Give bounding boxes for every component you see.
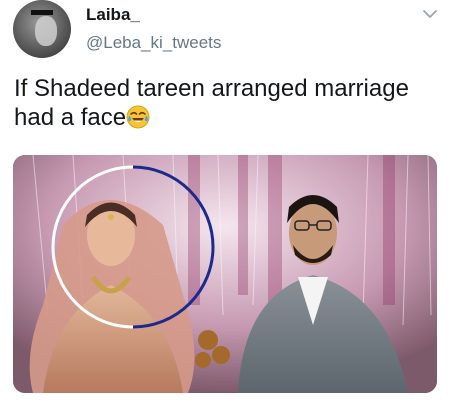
face-with-tears-of-joy-icon [126,105,150,129]
user-handle[interactable]: @Leba_ki_tweets [86,33,221,53]
chevron-down-icon[interactable] [422,8,438,20]
tweet-media[interactable] [13,155,437,393]
wedding-photo [13,155,437,393]
avatar-headband [31,10,53,15]
tweet-text: If Shadeed tareen arranged marriage had … [14,74,442,132]
tweet-body: If Shadeed tareen arranged marriage had … [14,75,409,131]
avatar[interactable] [13,0,71,58]
avatar-face [35,16,57,46]
display-name[interactable]: Laiba_ [86,5,140,25]
